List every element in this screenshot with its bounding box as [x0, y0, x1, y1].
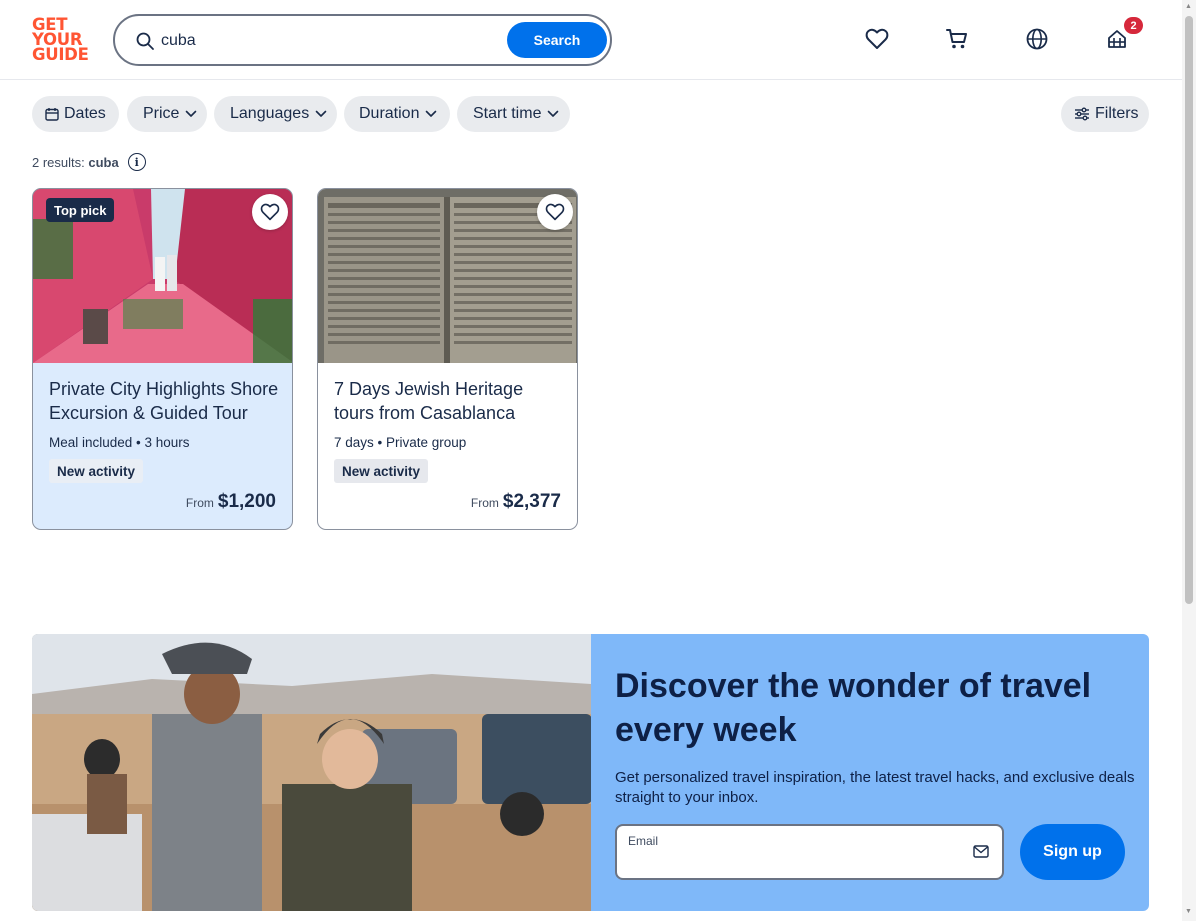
add-to-wishlist-heart-icon[interactable] [252, 194, 288, 230]
scrollbar-thumb[interactable] [1185, 16, 1193, 604]
globe-language-icon[interactable] [1024, 26, 1050, 52]
price-from-label: From [185, 496, 214, 510]
sign-up-button[interactable]: Sign up [1020, 824, 1125, 880]
new-activity-tag: New activity [334, 459, 429, 483]
filter-duration-label: Duration [359, 105, 420, 122]
envelope-icon [973, 845, 989, 858]
filter-languages-label: Languages [230, 105, 310, 122]
info-icon[interactable]: i [127, 153, 146, 171]
email-field-label: Email [628, 834, 659, 848]
all-filters-button[interactable]: Filters [1061, 96, 1149, 132]
chevron-down-icon [548, 110, 559, 117]
filter-languages-button[interactable]: Languages [214, 96, 337, 132]
chevron-down-icon [186, 110, 197, 117]
activity-card[interactable]: Top pick Private City Highlights Shore E… [32, 188, 293, 530]
filter-start-time-button[interactable]: Start time [457, 96, 570, 132]
activity-card[interactable]: 7 Days Jewish Heritage tours from Casabl… [317, 188, 578, 530]
newsletter-title: Discover the wonder of travel every week [615, 667, 1092, 749]
all-filters-label: Filters [1095, 105, 1139, 122]
search-bar: Search [113, 14, 612, 66]
newsletter-description: Get personalized travel inspiration, the… [615, 769, 1135, 806]
wishlist-heart-icon[interactable] [864, 26, 890, 52]
getyourguide-logo[interactable]: GET YOUR GUIDE [32, 16, 90, 64]
cart-count-badge: 2 [1124, 17, 1143, 34]
add-to-wishlist-heart-icon[interactable] [537, 194, 573, 230]
search-input[interactable] [161, 29, 501, 53]
chevron-down-icon [426, 110, 437, 117]
filter-price-button[interactable]: Price [127, 96, 207, 132]
price-amount: $1,200 [217, 491, 276, 512]
price-from-label: From [470, 496, 499, 510]
sliders-icon [1075, 107, 1089, 121]
results-query: cuba [88, 154, 119, 170]
activity-meta: Meal included • 3 hours [49, 435, 190, 450]
activity-price: From $2,377 [471, 491, 561, 513]
filter-start-time-label: Start time [473, 105, 542, 122]
scroll-down-arrow-icon[interactable]: ▼ [1185, 908, 1192, 915]
calendar-icon [45, 108, 59, 121]
results-count: 2 results: [32, 154, 85, 170]
filter-price-label: Price [143, 105, 180, 122]
price-amount: $2,377 [502, 491, 561, 512]
cart-icon[interactable] [944, 26, 970, 52]
email-field[interactable]: Email [615, 824, 1004, 880]
new-activity-tag: New activity [49, 459, 144, 483]
results-summary: 2 results: cuba i [32, 153, 146, 171]
newsletter-photo [32, 634, 591, 911]
top-pick-badge: Top pick [46, 198, 115, 222]
newsletter-banner: Discover the wonder of travel every week… [32, 634, 1149, 911]
logo-line-3: GUIDE [32, 45, 89, 64]
search-icon [136, 32, 154, 50]
filter-dates-button[interactable]: Dates [32, 96, 119, 132]
filter-duration-button[interactable]: Duration [344, 96, 450, 132]
filter-dates-label: Dates [64, 105, 106, 122]
scroll-up-arrow-icon[interactable]: ▲ [1185, 3, 1192, 10]
chevron-down-icon [315, 110, 327, 117]
activity-title[interactable]: Private City Highlights Shore Excursion … [49, 377, 283, 425]
activity-price: From $1,200 [186, 491, 276, 513]
activity-meta: 7 days • Private group [334, 435, 467, 450]
search-button[interactable]: Search [507, 22, 607, 58]
activity-title[interactable]: 7 Days Jewish Heritage tours from Casabl… [334, 377, 568, 425]
site-header: GET YOUR GUIDE Search 2 [0, 0, 1182, 80]
